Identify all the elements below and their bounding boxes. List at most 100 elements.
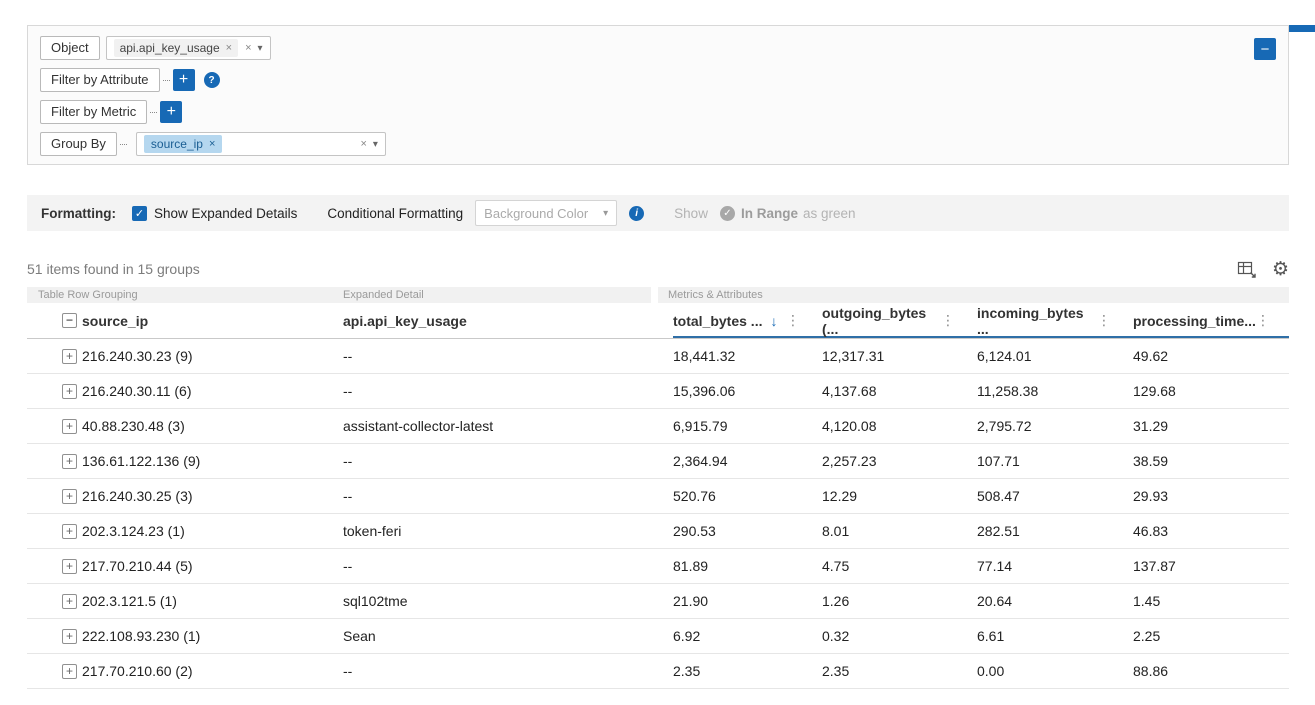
query-builder-panel: − Object api.api_key_usage × × ▾ Filter …: [27, 25, 1289, 165]
row-metric-value: 2.35: [822, 663, 977, 679]
group-by-chip: source_ip ×: [144, 135, 222, 153]
row-detail-value: --: [343, 488, 673, 504]
formatting-label: Formatting:: [41, 206, 116, 221]
row-group-value: 216.240.30.25 (3): [82, 488, 343, 504]
remove-group-chip-icon[interactable]: ×: [209, 138, 215, 150]
items-found-text: 51 items found in 15 groups: [27, 261, 200, 277]
expand-row-icon[interactable]: +: [62, 349, 77, 364]
expand-row-icon[interactable]: +: [62, 419, 77, 434]
show-expanded-details-checkbox[interactable]: ✓: [132, 206, 147, 221]
row-metric-value: 21.90: [673, 593, 822, 609]
connector-line: [120, 144, 127, 145]
column-header-outgoing-bytes[interactable]: outgoing_bytes (... ⋮: [822, 303, 977, 339]
row-metric-value: 129.68: [1133, 383, 1289, 399]
add-attribute-filter-button[interactable]: +: [173, 69, 195, 91]
sort-desc-icon[interactable]: ↓: [770, 313, 777, 329]
object-label: Object: [40, 36, 100, 60]
group-by-dropdown[interactable]: source_ip × × ▾: [136, 132, 386, 156]
expand-row-icon[interactable]: +: [62, 664, 77, 679]
column-header-api-key-usage[interactable]: api.api_key_usage: [343, 303, 673, 339]
expand-row-icon[interactable]: +: [62, 559, 77, 574]
table-row: +216.240.30.11 (6)--15,396.064,137.6811,…: [27, 374, 1289, 409]
row-metric-value: 520.76: [673, 488, 822, 504]
row-metric-value: 4.75: [822, 558, 977, 574]
object-chip-label: api.api_key_usage: [120, 41, 220, 55]
table-body: +216.240.30.23 (9) -- 18,441.3212,317.316,…: [27, 339, 1289, 689]
column-label: total_bytes ...: [673, 313, 762, 329]
clear-object-icon[interactable]: ×: [245, 42, 251, 54]
filter-by-attribute-button[interactable]: Filter by Attribute: [40, 68, 160, 92]
group-by-chip-label: source_ip: [151, 137, 203, 151]
row-group-value: 217.70.210.44 (5): [82, 558, 343, 574]
row-metric-value: 88.86: [1133, 663, 1289, 679]
info-icon[interactable]: i: [629, 206, 644, 221]
export-csv-icon[interactable]: [1237, 260, 1257, 279]
row-group-value: 216.240.30.23 (9): [82, 348, 343, 364]
row-metric-value: 49.62: [1133, 348, 1289, 364]
row-metric-value: 4,120.08: [822, 418, 977, 434]
expand-row-icon[interactable]: +: [62, 384, 77, 399]
chevron-down-icon[interactable]: ▾: [258, 43, 263, 54]
table-row: +202.3.121.5 (1)sql102tme21.901.2620.641…: [27, 584, 1289, 619]
expand-row-icon[interactable]: +: [62, 489, 77, 504]
group-by-button[interactable]: Group By: [40, 132, 117, 156]
row-metric-value: 18,441.32: [673, 348, 822, 364]
row-expand-cell: +: [27, 584, 82, 618]
row-metric-value: 20.64: [977, 593, 1133, 609]
row-metric-value: 15,396.06: [673, 383, 822, 399]
row-group-value: 202.3.121.5 (1): [82, 593, 343, 609]
row-metric-value: 1.26: [822, 593, 977, 609]
table-row: +216.240.30.25 (3)--520.7612.29508.4729.…: [27, 479, 1289, 514]
row-metric-value: 81.89: [673, 558, 822, 574]
add-metric-filter-button[interactable]: +: [160, 101, 182, 123]
expand-row-icon[interactable]: +: [62, 629, 77, 644]
row-metric-value: 12.29: [822, 488, 977, 504]
row-metric-value: 12,317.31: [822, 348, 977, 364]
column-menu-icon[interactable]: ⋮: [1256, 312, 1270, 329]
row-expand-cell: +: [27, 479, 82, 513]
help-icon[interactable]: ?: [204, 72, 220, 88]
row-metric-value: 107.71: [977, 453, 1133, 469]
column-menu-icon[interactable]: ⋮: [941, 312, 955, 329]
chevron-down-icon[interactable]: ▾: [373, 139, 378, 150]
remove-object-chip-icon[interactable]: ×: [226, 42, 232, 54]
row-metric-value: 290.53: [673, 523, 822, 539]
clear-group-by-icon[interactable]: ×: [360, 138, 366, 150]
column-menu-icon[interactable]: ⋮: [786, 312, 800, 329]
column-header-total-bytes[interactable]: total_bytes ... ↓ ⋮: [673, 303, 822, 339]
show-label: Show: [674, 206, 708, 221]
row-metric-value: 6,124.01: [977, 348, 1133, 364]
filter-by-metric-button[interactable]: Filter by Metric: [40, 100, 147, 124]
collapse-panel-button[interactable]: −: [1254, 38, 1276, 60]
expand-row-icon[interactable]: +: [62, 454, 77, 469]
row-expand-cell: +: [27, 374, 82, 408]
minus-icon: −: [1261, 41, 1270, 58]
background-color-select[interactable]: Background Color ▾: [475, 200, 617, 226]
row-metric-value: 11,258.38: [977, 383, 1133, 399]
row-metric-value: 38.59: [1133, 453, 1289, 469]
column-header-processing-time[interactable]: processing_time... ⋮: [1133, 303, 1289, 339]
row-metric-value: 0.00: [977, 663, 1133, 679]
row-metric-value: 31.29: [1133, 418, 1289, 434]
row-expand-cell: +: [27, 549, 82, 583]
object-dropdown[interactable]: api.api_key_usage × × ▾: [106, 36, 271, 60]
row-metric-value: 2,257.23: [822, 453, 977, 469]
status-row: 51 items found in 15 groups ⚙: [27, 258, 1289, 280]
group-by-row: Group By source_ip × × ▾: [40, 131, 1276, 157]
column-header-incoming-bytes[interactable]: incoming_bytes ... ⋮: [977, 303, 1133, 339]
collapse-all-icon[interactable]: −: [62, 313, 77, 328]
table-row: +216.240.30.23 (9)--18,441.3212,317.316,…: [27, 339, 1289, 374]
expand-row-icon[interactable]: +: [62, 594, 77, 609]
table-row: +217.70.210.60 (2)--2.352.350.0088.86: [27, 654, 1289, 689]
results-table: Table Row Grouping Expanded Detail Metri…: [27, 287, 1289, 689]
table-header-row: − source_ip api.api_key_usage total_byte…: [27, 303, 1289, 339]
background-color-select-value: Background Color: [484, 206, 588, 221]
column-menu-icon[interactable]: ⋮: [1097, 312, 1111, 329]
row-group-value: 136.61.122.136 (9): [82, 453, 343, 469]
gear-icon[interactable]: ⚙: [1272, 260, 1289, 279]
row-metric-value: 282.51: [977, 523, 1133, 539]
column-label: processing_time...: [1133, 313, 1256, 329]
column-header-source-ip[interactable]: source_ip: [82, 303, 343, 339]
expand-row-icon[interactable]: +: [62, 524, 77, 539]
row-expand-cell: +: [27, 619, 82, 653]
